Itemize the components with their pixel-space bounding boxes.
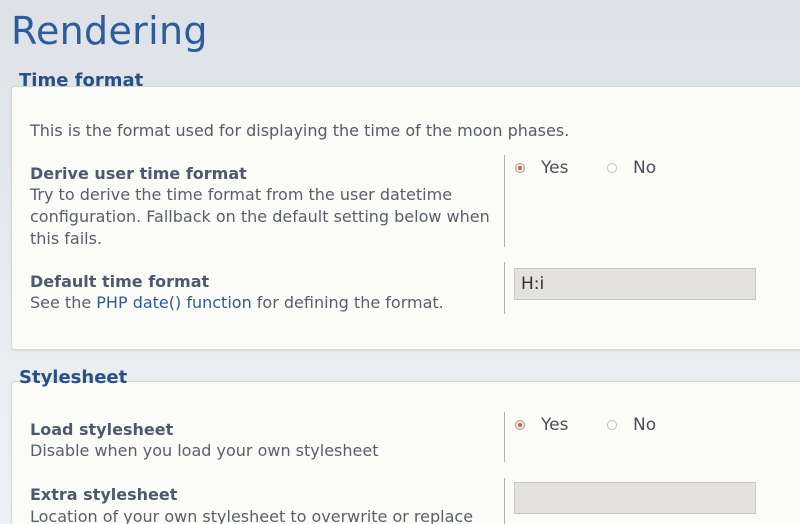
time-format-intro: This is the format used for displaying t… [30, 121, 570, 140]
load-stylesheet-label: Load stylesheet [30, 420, 174, 439]
derive-yes-option[interactable]: Yes [515, 158, 568, 178]
load-no-option[interactable]: No [607, 415, 656, 435]
radio-checked-icon[interactable] [515, 420, 525, 430]
php-date-function-link[interactable]: PHP date() function [96, 293, 251, 312]
default-time-format-description: See the PHP date() function for defining… [30, 292, 490, 314]
divider [504, 412, 505, 462]
load-no-label: No [633, 415, 657, 435]
default-time-format-label: Default time format [30, 272, 210, 291]
extra-stylesheet-input[interactable] [514, 482, 756, 514]
load-yes-option[interactable]: Yes [515, 415, 568, 435]
load-stylesheet-description: Disable when you load your own styleshee… [30, 441, 379, 460]
derive-user-time-format-label: Derive user time format [30, 164, 247, 183]
radio-unchecked-icon[interactable] [607, 420, 617, 430]
divider [504, 478, 505, 524]
extra-stylesheet-description: Location of your own stylesheet to overw… [30, 507, 474, 524]
derive-no-option[interactable]: No [607, 158, 656, 178]
page-title: Rendering [11, 9, 208, 53]
time-format-legend: Time format [19, 70, 144, 91]
load-yes-label: Yes [541, 415, 569, 435]
stylesheet-legend: Stylesheet [19, 367, 128, 388]
divider [504, 262, 505, 314]
desc-prefix: See the [30, 293, 97, 312]
divider [504, 155, 505, 247]
derive-no-label: No [633, 158, 657, 178]
desc-suffix: for defining the format. [251, 293, 444, 312]
radio-checked-icon[interactable] [515, 163, 525, 173]
default-time-format-input[interactable] [514, 268, 756, 300]
derive-yes-label: Yes [541, 158, 569, 178]
extra-stylesheet-label: Extra stylesheet [30, 485, 178, 504]
derive-user-time-format-description: Try to derive the time format from the u… [30, 185, 490, 248]
radio-unchecked-icon[interactable] [607, 163, 617, 173]
